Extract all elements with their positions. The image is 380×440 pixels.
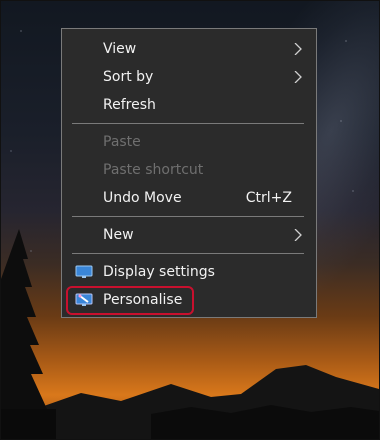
menu-item-display-settings-label: Display settings	[103, 264, 215, 280]
menu-item-display-settings[interactable]: Display settings	[62, 258, 316, 286]
menu-separator	[72, 216, 304, 217]
menu-item-new[interactable]: New	[62, 221, 316, 249]
menu-item-sort-by[interactable]: Sort by	[62, 63, 316, 91]
desktop-context-menu: View Sort by Refresh Paste Paste shortcu…	[61, 28, 317, 318]
menu-item-refresh-label: Refresh	[103, 97, 156, 113]
chevron-right-icon	[294, 43, 302, 55]
menu-item-paste-shortcut: Paste shortcut	[62, 156, 316, 184]
menu-separator	[72, 123, 304, 124]
undo-move-shortcut-text: Ctrl+Z	[245, 190, 292, 206]
menu-item-view-label: View	[103, 41, 137, 57]
monitor-icon	[75, 265, 93, 278]
menu-item-new-label: New	[103, 227, 134, 243]
menu-item-sort-by-label: Sort by	[103, 69, 154, 85]
desktop-background: View Sort by Refresh Paste Paste shortcu…	[0, 0, 380, 440]
menu-item-undo-move[interactable]: Undo Move Ctrl+Z	[62, 184, 316, 212]
menu-item-undo-move-label: Undo Move	[103, 190, 182, 206]
menu-separator	[72, 253, 304, 254]
menu-item-refresh[interactable]: Refresh	[62, 91, 316, 119]
menu-item-paste: Paste	[62, 128, 316, 156]
menu-item-paste-label: Paste	[103, 134, 141, 150]
menu-item-view[interactable]: View	[62, 35, 316, 63]
personalise-highlight	[66, 286, 194, 315]
chevron-right-icon	[294, 71, 302, 83]
menu-item-paste-shortcut-label: Paste shortcut	[103, 162, 204, 178]
chevron-right-icon	[294, 229, 302, 241]
